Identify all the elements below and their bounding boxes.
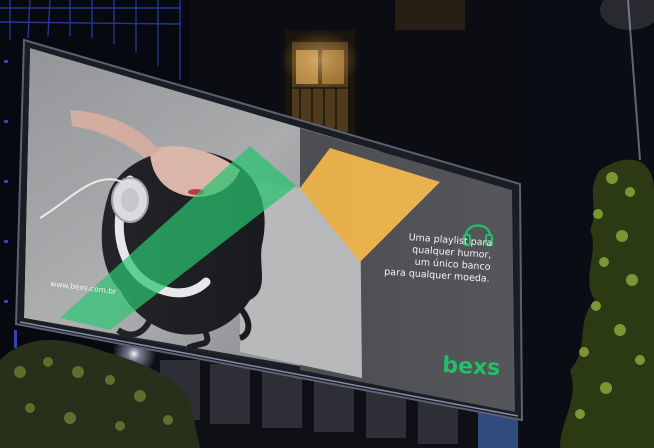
scene-illustration: Uma playlist para qualquer humor, um úni… <box>0 0 654 448</box>
night-billboard-photo: Uma playlist para qualquer humor, um úni… <box>0 0 654 448</box>
bexs-logo: bexs <box>442 353 501 381</box>
